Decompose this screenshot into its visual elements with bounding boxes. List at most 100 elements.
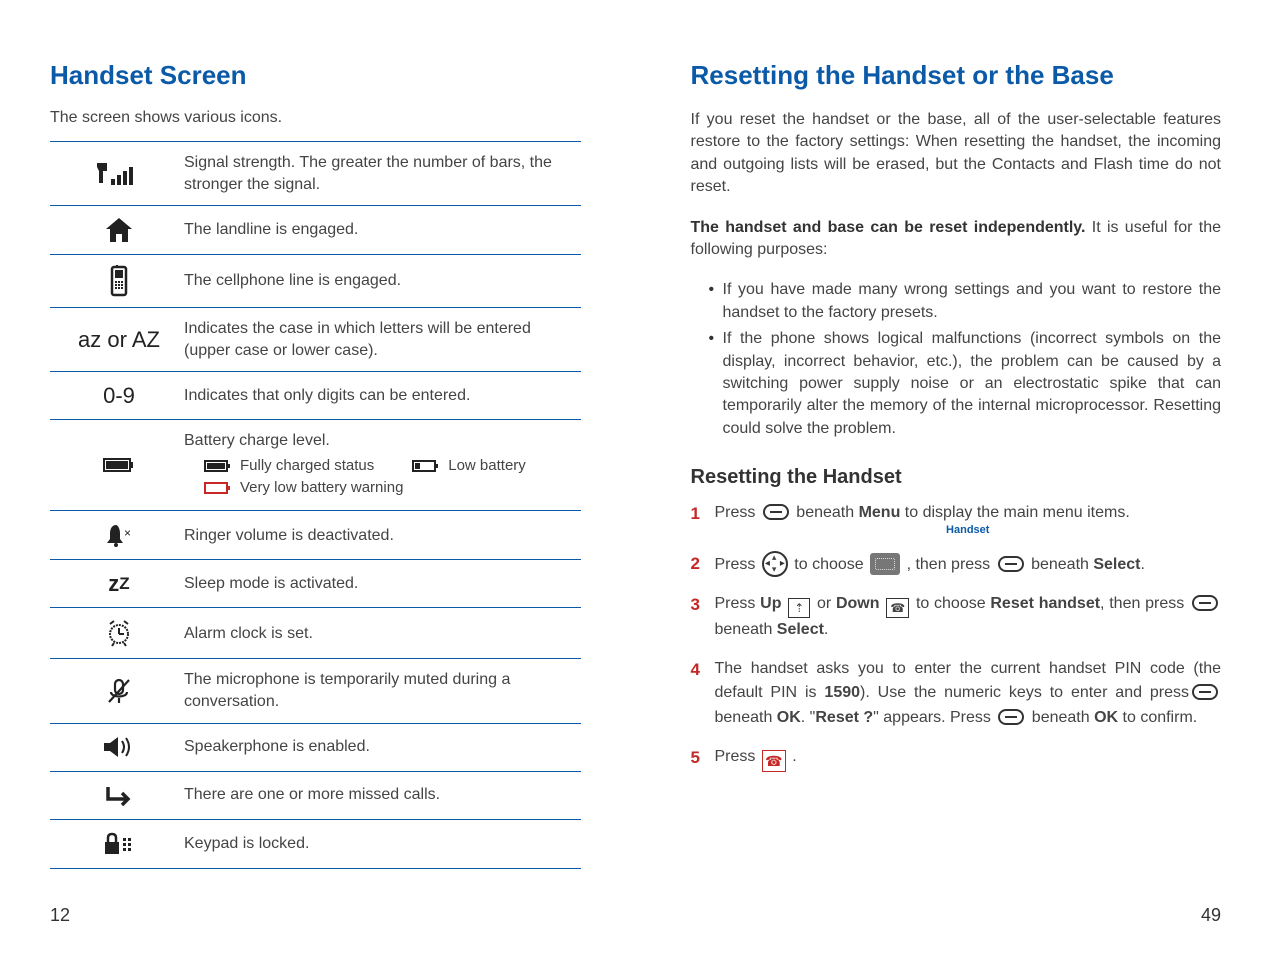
softkey-icon xyxy=(1192,684,1218,700)
row-case: az or AZ Indicates the case in which let… xyxy=(50,308,581,372)
t: Press xyxy=(715,556,760,573)
right-title: Resetting the Handset or the Base xyxy=(691,60,1222,91)
case-label: az or AZ xyxy=(54,327,184,353)
steps-list: Press beneath Menu to display the main m… xyxy=(691,501,1222,772)
step-5: Press ☎ . xyxy=(691,745,1222,772)
icon-table: Signal strength. The greater the number … xyxy=(50,141,581,869)
t: to choose xyxy=(790,556,868,573)
step-4: The handset asks you to enter the curren… xyxy=(691,657,1222,731)
row-speaker: Speakerphone is enabled. xyxy=(50,724,581,772)
step-2: Press ▴▾ to choose , then press beneath … xyxy=(691,551,1222,578)
row-cell: The cellphone line is engaged. xyxy=(50,255,581,308)
home-icon xyxy=(54,216,184,244)
t: . " xyxy=(801,709,816,726)
softkey-icon xyxy=(998,709,1024,725)
row-desc: Alarm clock is set. xyxy=(184,623,577,645)
row-home: The landline is engaged. xyxy=(50,206,581,255)
select-label: Select xyxy=(777,621,824,638)
up-key-icon: ⇡ xyxy=(788,598,810,618)
t: to choose xyxy=(911,595,990,612)
row-mute: The microphone is temporarily muted duri… xyxy=(50,659,581,723)
row-desc: Ringer volume is deactivated. xyxy=(184,525,577,547)
t: beneath xyxy=(715,621,777,638)
cellphone-icon xyxy=(54,265,184,297)
row-desc: Indicates that only digits can be entere… xyxy=(184,385,577,407)
ok-label: OK xyxy=(777,709,801,726)
digits-label: 0-9 xyxy=(54,383,184,409)
t: to display the main menu items. xyxy=(900,504,1129,521)
t: Press xyxy=(715,595,761,612)
row-desc: Speakerphone is enabled. xyxy=(184,736,577,758)
softkey-icon xyxy=(763,504,789,520)
battery-verylow-icon xyxy=(204,481,232,495)
battery-full-label: Fully charged status xyxy=(240,456,374,476)
battery-title: Battery charge level. xyxy=(184,432,330,449)
sleep-icon: zZ xyxy=(54,571,184,597)
t: beneath xyxy=(1027,556,1094,573)
down-key-icon: ☎ xyxy=(886,598,909,618)
row-desc: Sleep mode is activated. xyxy=(184,573,577,595)
svg-text:×: × xyxy=(124,526,131,540)
right-column: Resetting the Handset or the Base If you… xyxy=(691,60,1222,869)
t: . xyxy=(788,748,797,765)
t: . xyxy=(1141,556,1145,573)
select-label: Select xyxy=(1093,556,1140,573)
battery-full-icon xyxy=(204,459,232,473)
alarm-icon xyxy=(54,618,184,648)
t: beneath xyxy=(1027,709,1094,726)
row-desc: There are one or more missed calls. xyxy=(184,784,577,806)
row-desc: The microphone is temporarily muted duri… xyxy=(184,669,577,712)
row-desc: The cellphone line is engaged. xyxy=(184,270,577,292)
softkey-icon xyxy=(998,556,1024,572)
right-p2: The handset and base can be reset indepe… xyxy=(691,217,1222,262)
p2-lead: The handset and base can be reset indepe… xyxy=(691,219,1086,236)
bullet-item: If the phone shows logical malfunctions … xyxy=(709,328,1222,440)
row-lock: Keypad is locked. xyxy=(50,820,581,868)
t: . xyxy=(824,621,828,638)
ringer-off-icon: × xyxy=(54,521,184,549)
row-battery: Battery charge level. Fully charged stat… xyxy=(50,420,581,511)
step-3: Press Up ⇡ or Down ☎ to choose Reset han… xyxy=(691,592,1222,643)
handset-chip-icon xyxy=(870,553,900,575)
handset-caption: Handset xyxy=(715,522,1222,539)
nav-wheel-icon: ▴▾ xyxy=(762,551,788,577)
row-alarm: Alarm clock is set. xyxy=(50,608,581,659)
up-label: Up xyxy=(760,595,781,612)
mute-icon xyxy=(54,676,184,706)
t: " appears. Press xyxy=(873,709,995,726)
page-number-right: 49 xyxy=(1201,905,1221,926)
page-number-left: 12 xyxy=(50,905,70,926)
t: , then press xyxy=(1100,595,1189,612)
keypad-lock-icon xyxy=(54,830,184,858)
battery-low-icon xyxy=(412,459,440,473)
row-desc: Indicates the case in which letters will… xyxy=(184,318,577,361)
ok-label: OK xyxy=(1094,709,1118,726)
row-desc: Battery charge level. Fully charged stat… xyxy=(184,430,577,500)
row-desc: Signal strength. The greater the number … xyxy=(184,152,577,195)
reset-handset-label: Reset handset xyxy=(990,595,1100,612)
end-call-key-icon: ☎ xyxy=(762,750,786,772)
left-intro: The screen shows various icons. xyxy=(50,109,581,127)
row-ringer-off: × Ringer volume is deactivated. xyxy=(50,511,581,560)
menu-label: Menu xyxy=(859,504,901,521)
row-missed: There are one or more missed calls. xyxy=(50,772,581,820)
bullet-list: If you have made many wrong settings and… xyxy=(691,279,1222,440)
row-digits: 0-9 Indicates that only digits can be en… xyxy=(50,372,581,420)
t: Press xyxy=(715,748,760,765)
pin-label: 1590 xyxy=(824,684,860,701)
row-sleep: zZ Sleep mode is activated. xyxy=(50,560,581,608)
battery-icon xyxy=(54,456,184,474)
t: , then press xyxy=(902,556,995,573)
bullet-item: If you have made many wrong settings and… xyxy=(709,279,1222,324)
missed-call-icon xyxy=(54,783,184,807)
t: beneath xyxy=(715,709,777,726)
resetq-label: Reset ? xyxy=(815,709,873,726)
row-desc: Keypad is locked. xyxy=(184,833,577,855)
battery-verylow-label: Very low battery warning xyxy=(240,478,403,498)
t: ). Use the numeric keys to enter and pre… xyxy=(860,684,1189,701)
row-signal: Signal strength. The greater the number … xyxy=(50,142,581,206)
right-p1: If you reset the handset or the base, al… xyxy=(691,109,1222,199)
speaker-icon xyxy=(54,735,184,759)
subhead-reset-handset: Resetting the Handset xyxy=(691,466,1222,489)
left-title: Handset Screen xyxy=(50,60,581,91)
